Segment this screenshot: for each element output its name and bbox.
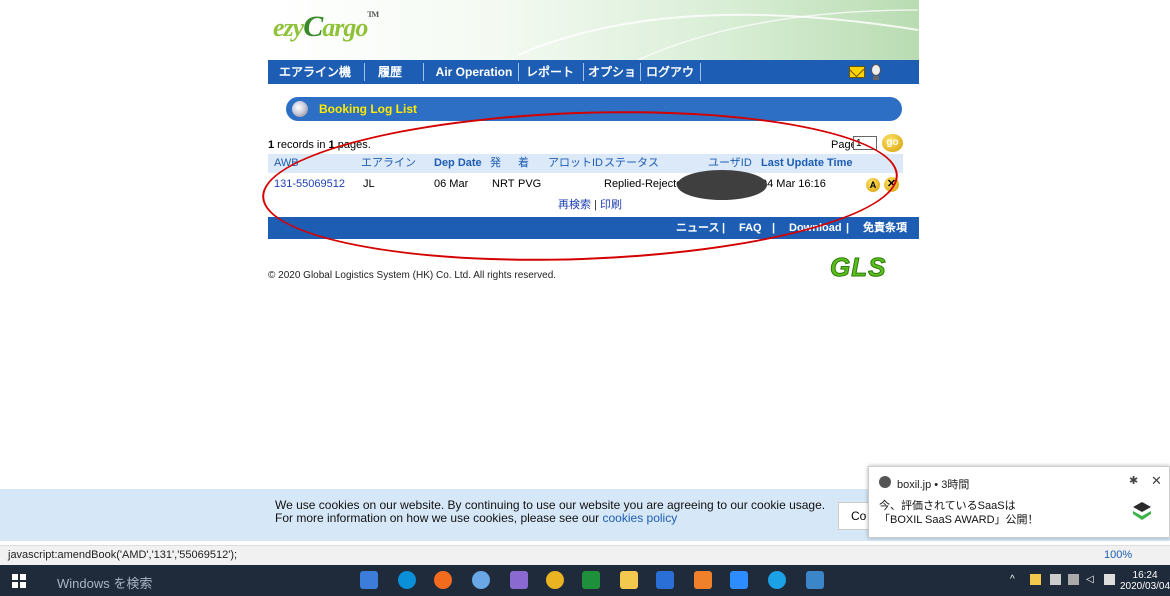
app-icon-3[interactable]: [656, 571, 674, 589]
tray-ime-icon[interactable]: [1104, 574, 1115, 585]
go-button[interactable]: go: [882, 134, 903, 152]
app-icon-2[interactable]: [510, 571, 528, 589]
annotation-ellipse: [259, 100, 901, 272]
tray-mail-icon[interactable]: [1030, 574, 1041, 585]
section-bullet-icon: [292, 101, 308, 117]
lightbulb-icon[interactable]: [871, 64, 881, 80]
mail-icon[interactable]: [849, 66, 865, 78]
taskbar-search[interactable]: Windows を検索: [57, 573, 152, 592]
close-icon[interactable]: ✕: [1151, 473, 1162, 489]
windows-start-icon[interactable]: [12, 574, 26, 588]
footer-disclaimer-link[interactable]: 免責条項: [863, 217, 907, 239]
excel-icon[interactable]: [582, 571, 600, 589]
nav-logout[interactable]: ログアウト: [644, 60, 696, 103]
file-explorer-icon[interactable]: [620, 571, 638, 589]
ezycargo-logo[interactable]: ezyCargoTM: [273, 10, 379, 44]
tray-battery-icon[interactable]: [1050, 574, 1061, 585]
header-decoration: [518, 9, 918, 60]
chrome-taskbar-icon[interactable]: [546, 571, 564, 589]
windows-taskbar: Windows を検索 ^ ◁ 16:24 2020/03/04: [0, 565, 1170, 596]
skype-icon[interactable]: [398, 571, 416, 589]
gls-logo: GLS: [829, 252, 887, 283]
firefox-icon[interactable]: [434, 571, 452, 589]
nav-report[interactable]: レポート: [524, 60, 576, 84]
notification-message: 今、評価されているSaaSは 「BOXIL SaaS AWARD」公開！: [879, 500, 1039, 526]
notification-source: boxil.jp • 3時間: [897, 479, 970, 491]
page-title: Booking Log List: [319, 102, 417, 116]
browser-status-bar: javascript:amendBook('AMD','131','550695…: [0, 545, 1170, 565]
task-view-icon[interactable]: [360, 571, 378, 589]
browser-notification[interactable]: boxil.jp • 3時間 ✱ ✕ 今、評価されているSaaSは 「BOXIL…: [868, 466, 1170, 538]
tray-network-icon[interactable]: [1068, 574, 1079, 585]
status-url: javascript:amendBook('AMD','131','550695…: [8, 549, 238, 561]
tray-volume-icon[interactable]: ◁: [1086, 574, 1097, 585]
app-icon[interactable]: [472, 571, 490, 589]
cookie-message: We use cookies on our website. By contin…: [275, 498, 826, 525]
outlook-icon[interactable]: [694, 571, 712, 589]
chrome-icon: [879, 476, 891, 488]
zoom-app-icon[interactable]: [730, 571, 748, 589]
nav-history[interactable]: 履歴: [372, 60, 408, 84]
main-nav: エアライン機能 履歴 Air Operation レポート オプション ログアウ…: [268, 60, 919, 103]
header-banner: ezyCargoTM: [268, 0, 919, 60]
cookies-policy-link[interactable]: cookies policy: [603, 511, 678, 525]
nav-options[interactable]: オプション: [586, 60, 638, 103]
zoom-level[interactable]: 100%: [1104, 549, 1132, 561]
boxil-logo-icon: [1133, 502, 1151, 520]
app-icon-4[interactable]: [806, 571, 824, 589]
ie-icon[interactable]: [768, 571, 786, 589]
tray-chevron-icon[interactable]: ^: [1010, 574, 1021, 585]
nav-airline-functions[interactable]: エアライン機能: [274, 60, 356, 103]
nav-air-operation[interactable]: Air Operation: [430, 60, 518, 84]
copyright-text: © 2020 Global Logistics System (HK) Co. …: [268, 270, 557, 281]
gear-icon[interactable]: ✱: [1129, 474, 1138, 487]
taskbar-clock[interactable]: 16:24 2020/03/04: [1120, 570, 1170, 592]
